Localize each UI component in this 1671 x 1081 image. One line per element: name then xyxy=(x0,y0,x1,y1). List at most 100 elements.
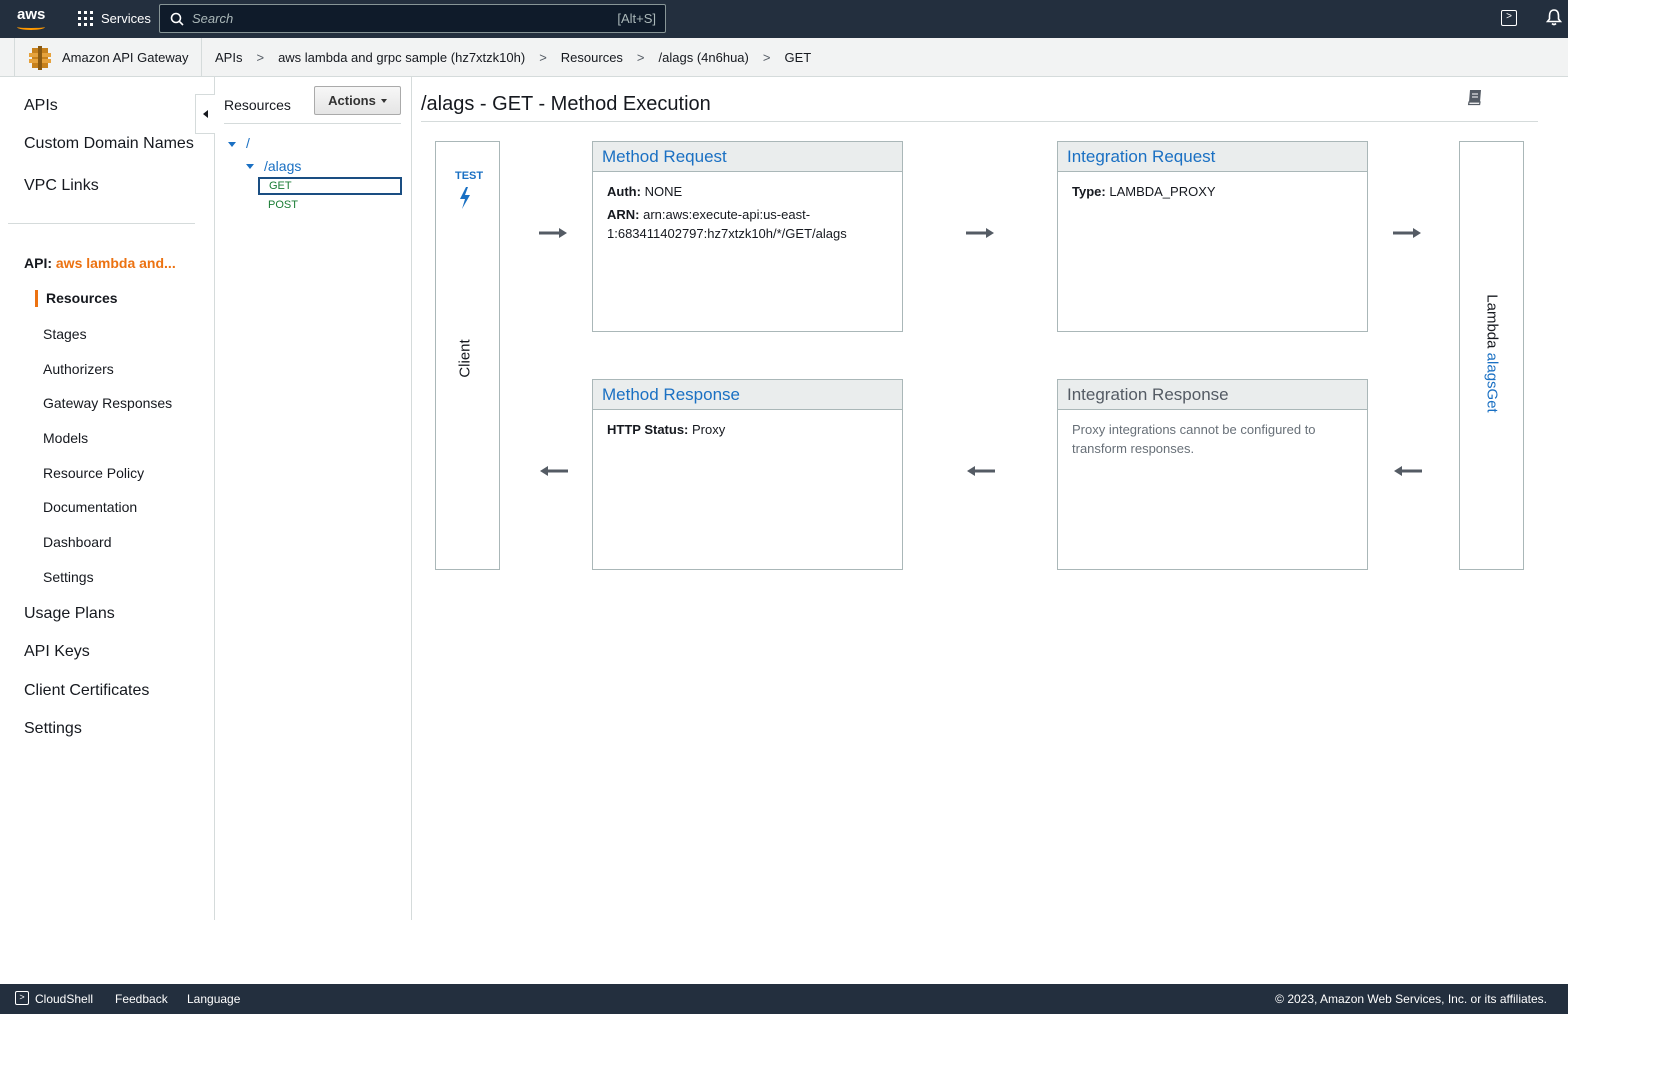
integration-request-panel: Integration Request Type: LAMBDA_PROXY xyxy=(1057,141,1368,332)
nav-item-custom-domain-names[interactable]: Custom Domain Names xyxy=(24,135,194,153)
bell-icon[interactable] xyxy=(1546,8,1562,26)
resources-divider xyxy=(224,123,401,124)
footer-copyright: © 2023, Amazon Web Services, Inc. or its… xyxy=(1275,992,1547,1006)
arrow-left-icon xyxy=(1394,466,1422,476)
integration-request-link[interactable]: Integration Request xyxy=(1058,142,1367,172)
lambda-column: Lambda alagsGet xyxy=(1459,141,1524,570)
method-response-link[interactable]: Method Response xyxy=(593,380,902,410)
service-name: Amazon API Gateway xyxy=(62,50,189,65)
breadcrumb-separator: > xyxy=(762,50,771,65)
resources-title: Resources xyxy=(224,97,291,113)
nav-item-authorizers[interactable]: Authorizers xyxy=(43,361,114,377)
cloudshell-footer-icon[interactable]: > xyxy=(15,991,29,1005)
lambda-label: Lambda alagsGet xyxy=(1484,294,1501,412)
footer-feedback-link[interactable]: Feedback xyxy=(115,992,168,1006)
arrow-left-icon xyxy=(967,466,995,476)
aws-smile-icon xyxy=(17,24,45,30)
nav-item-api-settings[interactable]: Settings xyxy=(43,569,94,585)
arrow-left-icon xyxy=(540,466,568,476)
client-column: TEST Client xyxy=(435,141,500,570)
nav-item-api-keys[interactable]: API Keys xyxy=(24,643,90,661)
nav-item-documentation[interactable]: Documentation xyxy=(43,499,137,515)
breadcrumb-item-api[interactable]: aws lambda and grpc sample (hz7xtzk10h) xyxy=(278,50,525,65)
integration-response-message: Proxy integrations cannot be configured … xyxy=(1072,422,1316,456)
tree-expand-icon[interactable] xyxy=(228,142,236,147)
footer-language-link[interactable]: Language xyxy=(187,992,240,1006)
footer: > CloudShell Feedback Language © 2023, A… xyxy=(0,984,1568,1014)
tree-method-get-selected[interactable]: GET xyxy=(258,177,402,195)
nav-item-vpc-links[interactable]: VPC Links xyxy=(24,177,99,195)
search-icon xyxy=(170,12,184,26)
integration-request-body: Type: LAMBDA_PROXY xyxy=(1058,172,1367,215)
collapse-nav-button[interactable] xyxy=(195,94,215,134)
top-navigation: aws Services [Alt+S] > xyxy=(0,0,1568,38)
nav-item-apis[interactable]: APIs xyxy=(24,97,58,115)
arrow-right-icon xyxy=(966,228,994,238)
arrow-right-icon xyxy=(539,228,567,238)
nav-item-resource-policy[interactable]: Resource Policy xyxy=(43,465,144,481)
cloudshell-icon[interactable]: > xyxy=(1501,10,1517,26)
tree-expand-icon[interactable] xyxy=(246,164,254,169)
breadcrumb: APIs > aws lambda and grpc sample (hz7xt… xyxy=(215,50,811,65)
tree-method-post[interactable]: POST xyxy=(268,199,298,211)
caret-down-icon xyxy=(380,98,387,103)
arn-row: ARN: arn:aws:execute-api:us-east-1:68341… xyxy=(607,205,888,243)
api-gateway-logo-icon xyxy=(29,45,51,70)
services-menu-button[interactable]: Services xyxy=(78,11,151,26)
auth-value: NONE xyxy=(644,184,683,199)
tree-item-alags[interactable]: /alags xyxy=(264,158,301,174)
nav-api-name: aws lambda and... xyxy=(55,255,176,271)
integration-response-panel: Integration Response Proxy integrations … xyxy=(1057,379,1368,570)
integration-response-title: Integration Response xyxy=(1058,380,1367,410)
search-input[interactable] xyxy=(192,11,592,26)
breadcrumb-item-resource[interactable]: /alags (4n6hua) xyxy=(659,50,749,65)
search-bar[interactable]: [Alt+S] xyxy=(159,4,666,33)
nav-item-settings[interactable]: Settings xyxy=(24,720,82,738)
status-value: Proxy xyxy=(692,422,726,437)
actions-label: Actions xyxy=(328,93,376,108)
aws-logo-text: aws xyxy=(17,6,46,23)
arn-value: arn:aws:execute-api:us-east-1:6834114027… xyxy=(607,207,847,241)
breadcrumb-item-resources[interactable]: Resources xyxy=(561,50,623,65)
arn-key: ARN: xyxy=(607,207,640,222)
method-request-panel: Method Request Auth: NONE ARN: arn:aws:e… xyxy=(592,141,903,332)
arrow-right-icon xyxy=(1393,228,1421,238)
nav-api-heading[interactable]: API: aws lambda and... xyxy=(24,255,176,271)
method-response-panel: Method Response HTTP Status: Proxy xyxy=(592,379,903,570)
left-navigation: APIs Custom Domain Names VPC Links API: … xyxy=(0,77,215,920)
breadcrumb-item-method: GET xyxy=(784,50,812,65)
nav-item-usage-plans[interactable]: Usage Plans xyxy=(24,605,115,623)
lambda-function-link[interactable]: alagsGet xyxy=(1484,353,1501,413)
footer-cloudshell-link[interactable]: CloudShell xyxy=(35,992,93,1006)
services-label: Services xyxy=(101,11,151,26)
tree-item-root[interactable]: / xyxy=(246,135,250,151)
breadcrumb-separator: > xyxy=(256,50,265,65)
service-home-link[interactable]: Amazon API Gateway xyxy=(14,38,202,77)
type-value: LAMBDA_PROXY xyxy=(1109,184,1216,199)
test-link[interactable]: TEST xyxy=(455,170,483,182)
type-key: Type: xyxy=(1072,184,1106,199)
page-title: /alags - GET - Method Execution xyxy=(421,93,711,115)
actions-dropdown-button[interactable]: Actions xyxy=(314,86,401,115)
breadcrumb-separator: > xyxy=(636,50,645,65)
lambda-prefix: Lambda xyxy=(1483,294,1501,349)
breadcrumb-item-apis[interactable]: APIs xyxy=(215,50,242,65)
aws-logo[interactable]: aws xyxy=(16,6,48,32)
nav-item-dashboard[interactable]: Dashboard xyxy=(43,534,112,550)
method-request-link[interactable]: Method Request xyxy=(593,142,902,172)
breadcrumb-separator: > xyxy=(539,50,547,65)
nav-api-prefix: API: xyxy=(24,255,52,271)
nav-item-resources-active[interactable]: Resources xyxy=(35,290,118,307)
auth-key: Auth: xyxy=(607,184,641,199)
auth-row: Auth: NONE xyxy=(607,182,888,201)
nav-item-stages[interactable]: Stages xyxy=(43,326,87,342)
nav-item-gateway-responses[interactable]: Gateway Responses xyxy=(43,395,172,411)
nav-divider xyxy=(8,223,195,224)
title-divider xyxy=(421,121,1538,122)
method-request-body: Auth: NONE ARN: arn:aws:execute-api:us-e… xyxy=(593,172,902,257)
nav-item-client-certificates[interactable]: Client Certificates xyxy=(24,682,149,700)
lightning-bolt-icon[interactable] xyxy=(459,187,471,209)
nav-item-models[interactable]: Models xyxy=(43,430,88,446)
documentation-book-icon[interactable] xyxy=(1466,88,1484,106)
grid-icon xyxy=(78,11,93,26)
